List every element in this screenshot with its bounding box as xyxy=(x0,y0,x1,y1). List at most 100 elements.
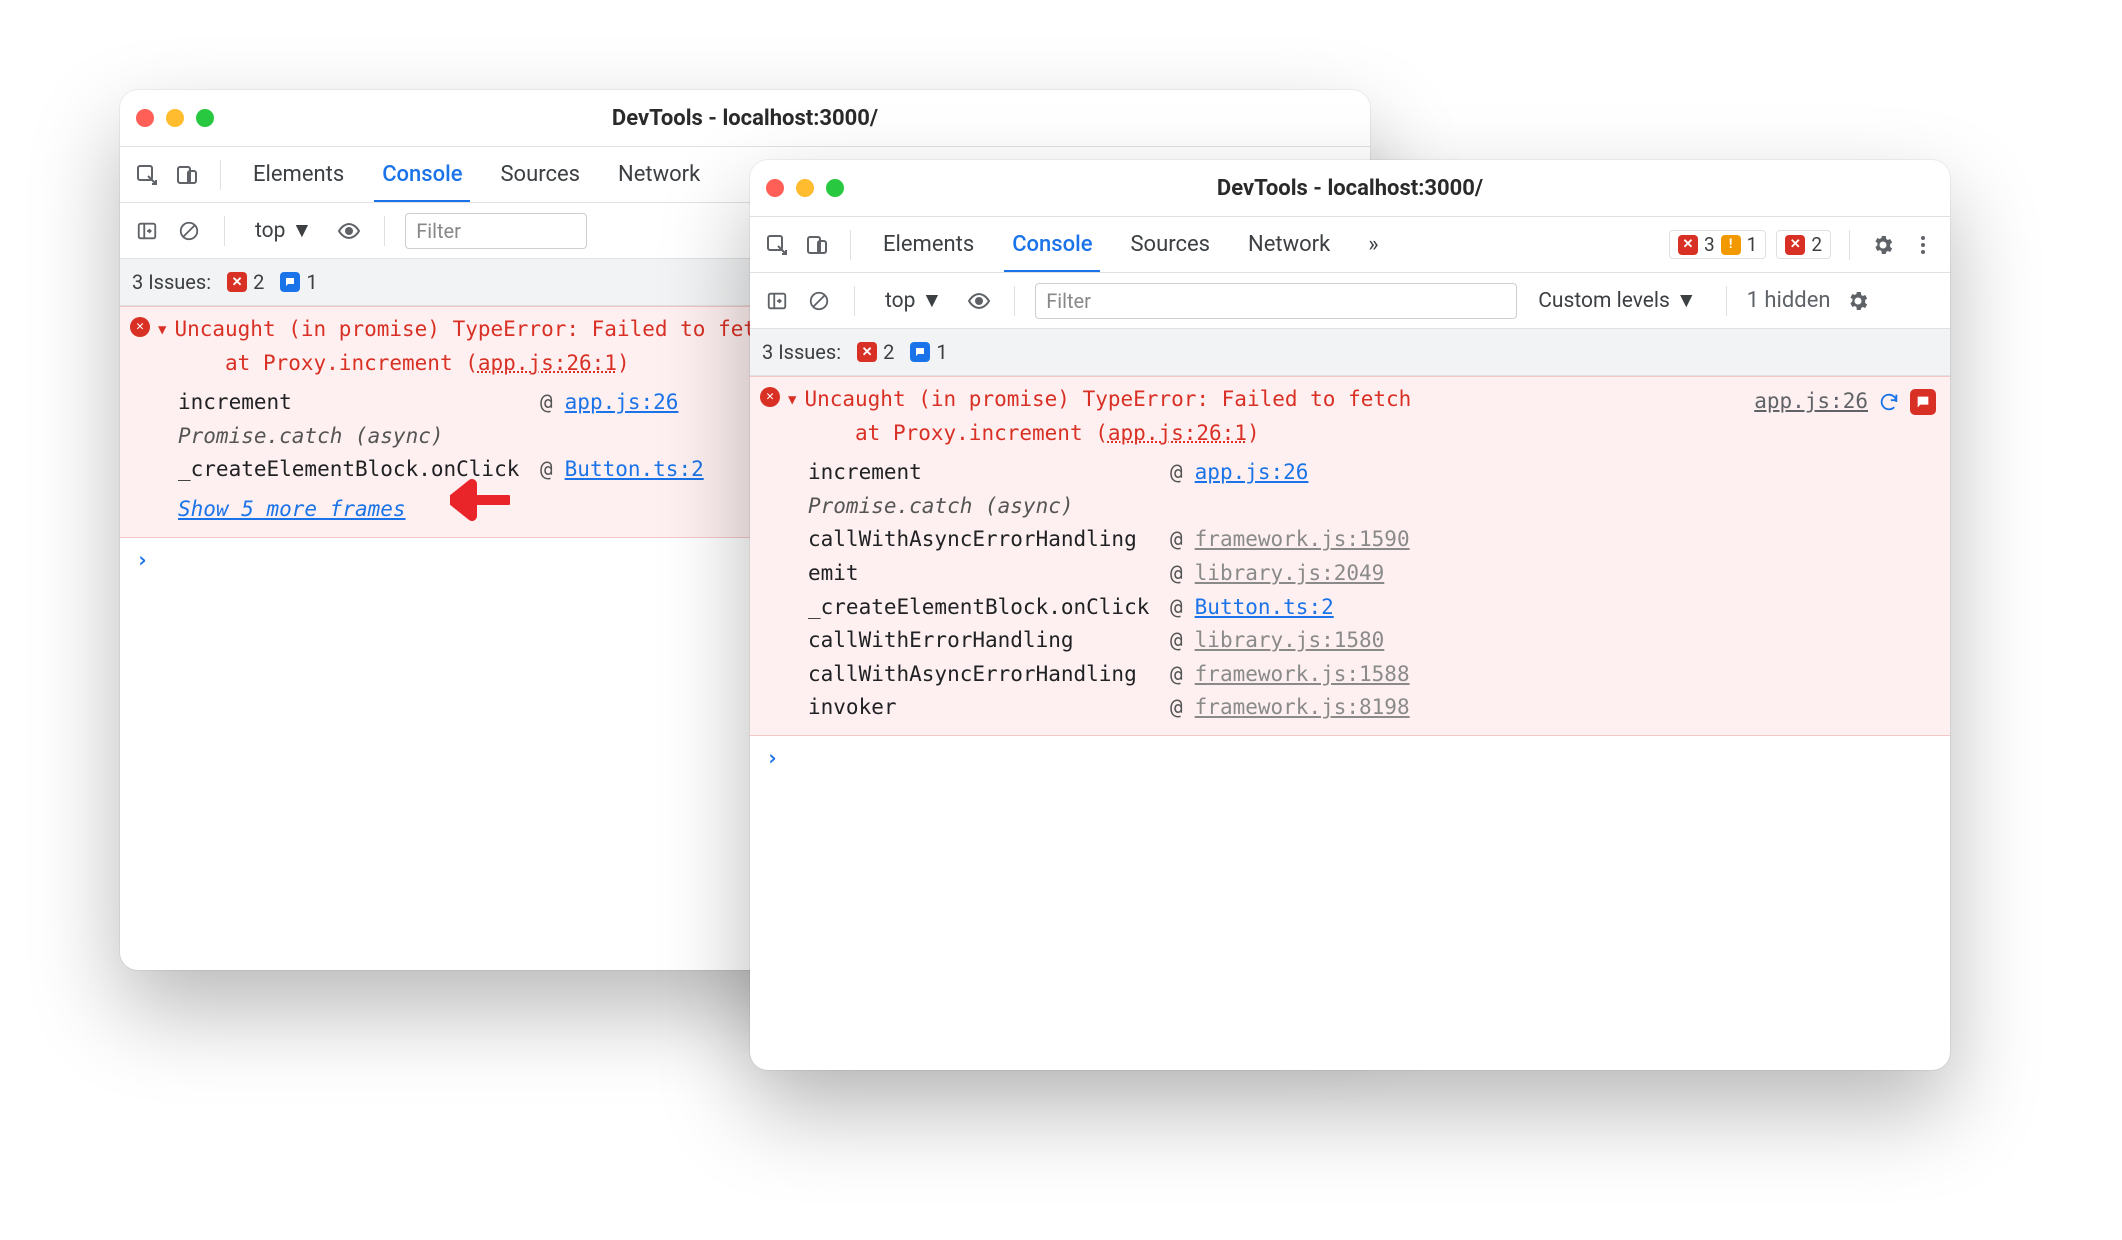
at-glyph: @ xyxy=(1170,658,1183,692)
console-prompt[interactable]: › xyxy=(750,736,1950,782)
log-levels-selector[interactable]: Custom levels ▼ xyxy=(1529,284,1705,318)
window-zoom-button[interactable] xyxy=(196,109,214,127)
issues-errors-count: 2 xyxy=(253,270,264,294)
dropdown-icon: ▼ xyxy=(291,219,312,243)
tab-sources[interactable]: Sources xyxy=(1116,217,1224,272)
inspect-element-icon[interactable] xyxy=(132,160,162,190)
titlebar: DevTools - localhost:3000/ xyxy=(750,160,1950,216)
issues-errors-count: 2 xyxy=(883,340,894,364)
issues-errors: ✕ 2 xyxy=(857,340,894,364)
separator xyxy=(850,230,851,260)
settings-icon[interactable] xyxy=(1868,230,1898,260)
tab-elements[interactable]: Elements xyxy=(239,147,358,202)
tab-elements[interactable]: Elements xyxy=(869,217,988,272)
tab-console[interactable]: Console xyxy=(998,217,1106,272)
error-message: Uncaught (in promise) TypeError: Failed … xyxy=(174,313,781,380)
async-boundary: Promise.catch (async) xyxy=(178,420,528,454)
errors-warnings-badge[interactable]: ✕ 3 ! 1 xyxy=(1669,230,1766,259)
stack-frame: callWithAsyncErrorHandling@framework.js:… xyxy=(808,523,1940,557)
live-expression-icon[interactable] xyxy=(964,286,994,316)
frame-source-link[interactable]: framework.js:1588 xyxy=(1195,658,1410,692)
frame-source-link[interactable]: Button.ts:2 xyxy=(1195,591,1334,625)
message-badge-icon xyxy=(280,272,300,292)
error-location-link[interactable]: app.js:26:1 xyxy=(478,351,617,375)
issues-label: 3 Issues: xyxy=(132,270,211,294)
stack-frame: _createElementBlock.onClick@Button.ts:2 xyxy=(808,591,1940,625)
disclosure-triangle-icon[interactable]: ▼ xyxy=(788,389,796,411)
window-zoom-button[interactable] xyxy=(826,179,844,197)
show-more-frames-link[interactable]: Show 5 more frames xyxy=(178,497,406,521)
frame-source-link[interactable]: framework.js:1590 xyxy=(1195,523,1410,557)
stack-frame: invoker@framework.js:8198 xyxy=(808,691,1940,725)
context-label: top xyxy=(885,289,915,313)
device-toolbar-icon[interactable] xyxy=(172,160,202,190)
error-line-2c: ) xyxy=(617,351,630,375)
status-badges[interactable]: ✕ 3 ! 1 ✕ 2 xyxy=(1669,230,1831,259)
tab-label: Console xyxy=(382,162,462,187)
frame-function: invoker xyxy=(808,691,1158,725)
disclosure-triangle-icon[interactable]: ▼ xyxy=(158,319,166,341)
frame-source-link[interactable]: library.js:2049 xyxy=(1195,557,1385,591)
kebab-menu-icon[interactable] xyxy=(1908,230,1938,260)
tab-sources[interactable]: Sources xyxy=(486,147,594,202)
window-minimize-button[interactable] xyxy=(166,109,184,127)
context-selector[interactable]: top ▼ xyxy=(875,285,952,317)
tab-label: Sources xyxy=(1130,232,1210,257)
console-settings-icon[interactable] xyxy=(1843,286,1873,316)
main-tabstrip: Elements Console Sources Network » ✕ 3 !… xyxy=(750,216,1950,273)
window-title: DevTools - localhost:3000/ xyxy=(120,106,1370,131)
at-glyph: @ xyxy=(1170,557,1183,591)
issues-messages: 1 xyxy=(910,340,947,364)
clear-console-icon[interactable] xyxy=(804,286,834,316)
frame-source-link[interactable]: library.js:1580 xyxy=(1195,624,1385,658)
tab-overflow[interactable]: » xyxy=(1354,217,1392,272)
clear-console-icon[interactable] xyxy=(174,216,204,246)
filter-input[interactable]: Filter xyxy=(1035,283,1517,319)
prompt-chevron-icon: › xyxy=(136,544,149,578)
message-badge-icon xyxy=(910,342,930,362)
error-source-link[interactable]: app.js:26 xyxy=(1754,385,1868,419)
window-close-button[interactable] xyxy=(136,109,154,127)
frame-source-link[interactable]: Button.ts:2 xyxy=(565,453,704,487)
window-minimize-button[interactable] xyxy=(796,179,814,197)
filter-placeholder: Filter xyxy=(1046,289,1091,313)
hidden-count[interactable]: 1 hidden xyxy=(1747,288,1831,313)
overflow-icon: » xyxy=(1368,232,1378,257)
issues-errors: ✕ 2 xyxy=(227,270,264,294)
restart-icon[interactable] xyxy=(1878,391,1900,413)
device-toolbar-icon[interactable] xyxy=(802,230,832,260)
console-error-entry[interactable]: app.js:26 ✕ ▼ Uncaught (in promise) Type… xyxy=(750,376,1950,736)
inspect-element-icon[interactable] xyxy=(762,230,792,260)
toggle-sidebar-icon[interactable] xyxy=(132,216,162,246)
tab-network[interactable]: Network xyxy=(604,147,714,202)
issues-bar[interactable]: 3 Issues: ✕ 2 1 xyxy=(750,329,1950,376)
warning-badge-icon: ! xyxy=(1721,235,1741,255)
at-glyph: @ xyxy=(1170,456,1183,490)
context-label: top xyxy=(255,219,285,243)
feedback-icon[interactable] xyxy=(1910,389,1936,415)
tab-console[interactable]: Console xyxy=(368,147,476,202)
error-location-link[interactable]: app.js:26:1 xyxy=(1108,421,1247,445)
frame-function: increment xyxy=(178,386,528,420)
issues-messages: 1 xyxy=(280,270,317,294)
error-badge-icon: ✕ xyxy=(857,342,877,362)
live-expression-icon[interactable] xyxy=(334,216,364,246)
filter-input[interactable]: Filter xyxy=(405,213,587,249)
toggle-sidebar-icon[interactable] xyxy=(762,286,792,316)
error-icon: ✕ xyxy=(130,317,150,337)
error-badge-icon: ✕ xyxy=(1785,235,1805,255)
context-selector[interactable]: top ▼ xyxy=(245,215,322,247)
error-right-links: app.js:26 xyxy=(1754,385,1936,419)
window-close-button[interactable] xyxy=(766,179,784,197)
issues-badge[interactable]: ✕ 2 xyxy=(1776,230,1831,259)
frame-source-link[interactable]: app.js:26 xyxy=(565,386,679,420)
frame-source-link[interactable]: app.js:26 xyxy=(1195,456,1309,490)
error-line-2a: at Proxy.increment ( xyxy=(855,421,1108,445)
frame-function: increment xyxy=(808,456,1158,490)
frame-source-link[interactable]: framework.js:8198 xyxy=(1195,691,1410,725)
error-icon: ✕ xyxy=(760,387,780,407)
issues-messages-count: 1 xyxy=(936,340,947,364)
separator xyxy=(224,216,225,246)
error-badge-icon: ✕ xyxy=(227,272,247,292)
tab-network[interactable]: Network xyxy=(1234,217,1344,272)
